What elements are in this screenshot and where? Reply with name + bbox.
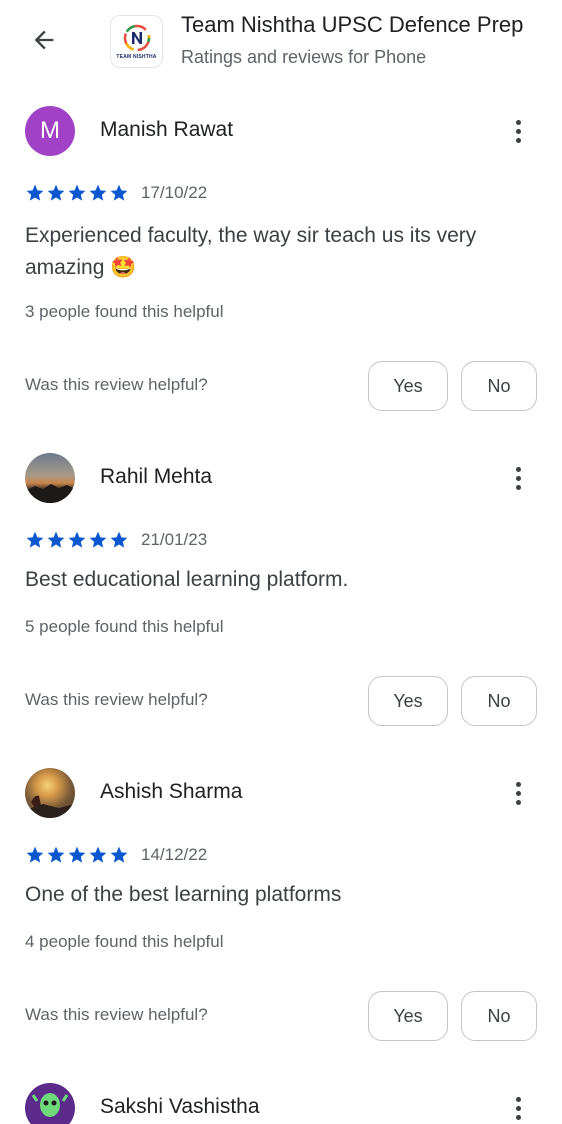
review-text: Best educational learning platform.: [25, 568, 349, 591]
no-button[interactable]: No: [461, 991, 537, 1041]
review-card: Ashish Sharma 14/12/22 One of the best l…: [0, 768, 562, 1048]
review-date: 14/12/22: [141, 845, 208, 864]
page-title: Team Nishtha UPSC Defence Prep: [181, 12, 524, 37]
no-button[interactable]: No: [461, 676, 537, 726]
helpful-question: Was this review helpful?: [25, 1005, 208, 1024]
no-button[interactable]: No: [461, 361, 537, 411]
helpful-question: Was this review helpful?: [25, 690, 208, 709]
star-icon: [110, 531, 128, 548]
more-options-button[interactable]: [504, 110, 532, 152]
helpful-count: 4 people found this helpful: [25, 932, 224, 951]
avatar: M: [25, 106, 75, 156]
star-rating: [25, 530, 129, 550]
app-icon[interactable]: TEAM NISHTHA: [110, 15, 163, 68]
yes-button[interactable]: Yes: [368, 676, 448, 726]
star-rating: [25, 183, 129, 203]
helpful-count: 3 people found this helpful: [25, 302, 224, 321]
review-date: 21/01/23: [141, 530, 208, 549]
review-card: Sakshi Vashistha: [0, 1083, 562, 1124]
star-icon: [89, 846, 107, 863]
rating-row: 21/01/23: [25, 529, 207, 551]
more-vert-icon: [515, 1096, 521, 1102]
review-card: Rahil Mehta 21/01/23 Best educational le…: [0, 453, 562, 733]
more-options-button[interactable]: [504, 1087, 532, 1124]
app-logo-text: TEAM NISHTHA: [116, 54, 157, 60]
star-icon: [89, 531, 107, 548]
review-date: 17/10/22: [141, 183, 208, 202]
more-options-button[interactable]: [504, 457, 532, 499]
app-header: TEAM NISHTHA Team Nishtha UPSC Defence P…: [0, 0, 562, 90]
yes-button[interactable]: Yes: [368, 361, 448, 411]
avatar: [25, 1083, 75, 1124]
rating-row: 17/10/22: [25, 182, 207, 204]
star-icon: [26, 846, 44, 863]
avatar-photo: [25, 484, 75, 503]
star-rating: [25, 845, 129, 865]
star-icon: [68, 184, 86, 201]
star-icon: [110, 846, 128, 863]
star-icon: [26, 531, 44, 548]
more-vert-icon: [515, 119, 521, 125]
avatar: [25, 768, 75, 818]
back-button[interactable]: [22, 20, 66, 60]
star-icon: [89, 184, 107, 201]
page-subtitle: Ratings and reviews for Phone: [181, 47, 427, 67]
star-icon: [47, 184, 65, 201]
more-vert-icon: [515, 781, 521, 787]
avatar: [25, 453, 75, 503]
arrow-back-icon: [34, 30, 54, 50]
helpful-question: Was this review helpful?: [25, 375, 208, 394]
star-icon: [26, 184, 44, 201]
review-text: One of the best learning platforms: [25, 883, 342, 906]
review-card: M Manish Rawat 17/10/22 Experienced facu…: [0, 106, 562, 416]
more-vert-icon: [515, 466, 521, 472]
more-options-button[interactable]: [504, 772, 532, 814]
reviewer-name: Ashish Sharma: [100, 780, 243, 803]
star-icon: [47, 531, 65, 548]
reviewer-name: Manish Rawat: [100, 118, 234, 141]
reviewer-name: Rahil Mehta: [100, 465, 213, 488]
app-logo-icon: [123, 24, 150, 52]
yes-button[interactable]: Yes: [368, 991, 448, 1041]
star-icon: [68, 846, 86, 863]
review-text: Experienced faculty, the way sir teach u…: [25, 224, 477, 279]
star-icon: [68, 531, 86, 548]
star-icon: [110, 184, 128, 201]
helpful-count: 5 people found this helpful: [25, 617, 224, 636]
avatar-photo: [31, 1093, 69, 1117]
rating-row: 14/12/22: [25, 844, 207, 866]
reviewer-name: Sakshi Vashistha: [100, 1095, 260, 1118]
avatar-photo: [25, 795, 75, 818]
star-icon: [47, 846, 65, 863]
